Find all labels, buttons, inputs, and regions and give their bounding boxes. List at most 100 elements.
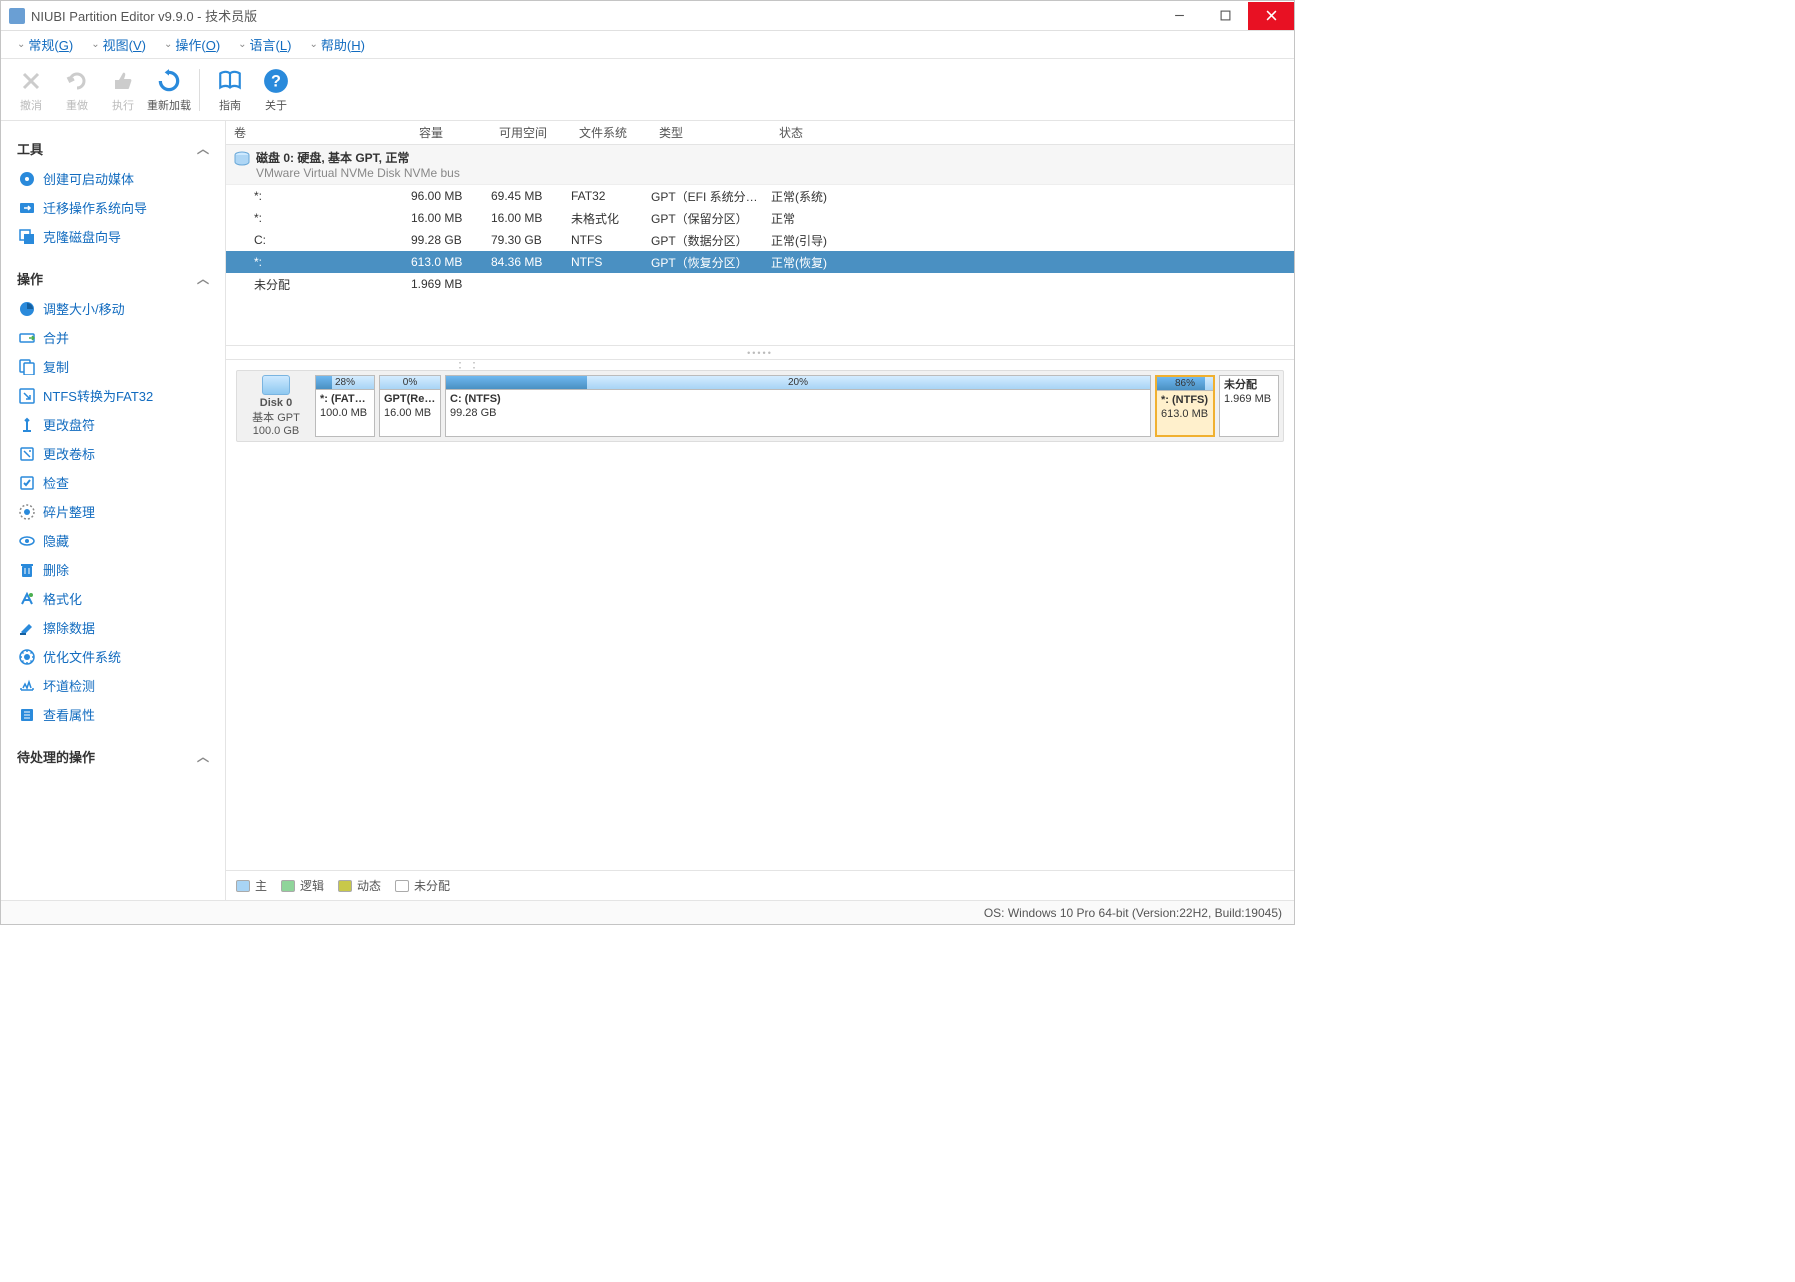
chevron-down-icon: ⌄: [309, 39, 317, 50]
menubar: ⌄常规(G)⌄视图(V)⌄操作(O)⌄语言(L)⌄帮助(H): [1, 31, 1294, 59]
book-icon: [216, 67, 244, 95]
volume-columns: 卷 容量 可用空间 文件系统 类型 状态: [226, 121, 1294, 145]
sidebar-header-tools[interactable]: 工具︿: [17, 133, 209, 164]
diskmap: Disk 0 基本 GPT 100.0 GB 28%*: (FAT…100.0 …: [236, 370, 1284, 442]
sidebar-item-merge[interactable]: 合并: [17, 323, 209, 352]
col-type[interactable]: 类型: [651, 124, 771, 141]
volume-row[interactable]: *:16.00 MB16.00 MB未格式化GPT（保留分区）正常: [226, 207, 1294, 229]
app-icon: [9, 8, 25, 24]
svg-text:?: ?: [271, 72, 281, 90]
thumbs-up-icon: [109, 67, 137, 95]
migrate-icon: [19, 200, 35, 216]
titlebar: NIUBI Partition Editor v9.9.0 - 技术员版: [1, 1, 1294, 31]
statusbar: OS: Windows 10 Pro 64-bit (Version:22H2,…: [1, 900, 1294, 924]
optfs-icon: [19, 649, 35, 665]
maximize-button[interactable]: [1202, 2, 1248, 30]
sidebar-item-wipe[interactable]: 擦除数据: [17, 613, 209, 642]
sidebar-item-disc[interactable]: 创建可启动媒体: [17, 164, 209, 193]
format-icon: [19, 591, 35, 607]
col-filesystem[interactable]: 文件系统: [571, 124, 651, 141]
chevron-down-icon: ⌄: [91, 39, 99, 50]
sidebar-item-letter[interactable]: 更改盘符: [17, 410, 209, 439]
partition-box[interactable]: 86%*: (NTFS)613.0 MB: [1155, 375, 1215, 437]
partition-box[interactable]: 0%GPT(Re…16.00 MB: [379, 375, 441, 437]
chevron-up-icon: ︿: [197, 270, 209, 287]
about-button[interactable]: ?关于: [254, 62, 298, 118]
sidebar-item-resize[interactable]: 调整大小/移动: [17, 294, 209, 323]
drive-icon: [262, 375, 290, 395]
partition-box[interactable]: 28%*: (FAT…100.0 MB: [315, 375, 375, 437]
delete-icon: [19, 562, 35, 578]
clone-icon: [19, 229, 35, 245]
hide-icon: [19, 533, 35, 549]
volume-list: 卷 容量 可用空间 文件系统 类型 状态 磁盘 0: 硬盘, 基本 GPT, 正…: [226, 121, 1294, 346]
sidebar-item-copy[interactable]: 复制: [17, 352, 209, 381]
disc-icon: [19, 171, 35, 187]
menu-item-1[interactable]: ⌄视图(V): [85, 32, 152, 57]
chevron-down-icon: ⌄: [238, 39, 246, 50]
volume-row[interactable]: C:99.28 GB79.30 GBNTFSGPT（数据分区）正常(引导): [226, 229, 1294, 251]
sidebar-item-delete[interactable]: 删除: [17, 555, 209, 584]
sidebar-item-optfs[interactable]: 优化文件系统: [17, 642, 209, 671]
usage-bar: 0%: [380, 376, 440, 390]
redo-icon: [63, 67, 91, 95]
partition-box[interactable]: 20%C: (NTFS)99.28 GB: [445, 375, 1151, 437]
menu-item-2[interactable]: ⌄操作(O): [158, 32, 226, 57]
disk-title: 磁盘 0: 硬盘, 基本 GPT, 正常: [256, 149, 460, 166]
legend-unalloc: 未分配: [395, 877, 450, 894]
usage-bar: 28%: [316, 376, 374, 390]
resize-icon: [19, 301, 35, 317]
wipe-icon: [19, 620, 35, 636]
apply-button[interactable]: 执行: [101, 62, 145, 118]
refresh-icon: [155, 67, 183, 95]
chevron-up-icon: ︿: [197, 748, 209, 765]
volume-row[interactable]: *:613.0 MB84.36 MBNTFSGPT（恢复分区）正常(恢复): [226, 251, 1294, 273]
menu-item-0[interactable]: ⌄常规(G): [11, 32, 79, 57]
window-title: NIUBI Partition Editor v9.9.0 - 技术员版: [31, 6, 1156, 25]
col-free[interactable]: 可用空间: [491, 124, 571, 141]
sidebar-item-format[interactable]: 格式化: [17, 584, 209, 613]
defrag-icon: [19, 504, 35, 520]
reload-button[interactable]: 重新加载: [147, 62, 191, 118]
convert-icon: [19, 388, 35, 404]
diskmap-area: ⋮⋮ Disk 0 基本 GPT 100.0 GB 28%*: (FAT…100…: [226, 360, 1294, 870]
sidebar-item-defrag[interactable]: 碎片整理: [17, 497, 209, 526]
close-button[interactable]: [1248, 2, 1294, 30]
disk-box-size: 100.0 GB: [253, 425, 299, 437]
label-icon: [19, 446, 35, 462]
volume-row[interactable]: *:96.00 MB69.45 MBFAT32GPT（EFI 系统分…正常(系统…: [226, 185, 1294, 207]
sidebar-header-ops[interactable]: 操作︿: [17, 263, 209, 294]
partition-box[interactable]: 未分配1.969 MB: [1219, 375, 1279, 437]
sidebar-header-pending[interactable]: 待处理的操作︿: [17, 741, 209, 772]
disk-box[interactable]: Disk 0 基本 GPT 100.0 GB: [241, 375, 311, 437]
sidebar-item-props[interactable]: 查看属性: [17, 700, 209, 729]
redo-button[interactable]: 重做: [55, 62, 99, 118]
sidebar-item-clone[interactable]: 克隆磁盘向导: [17, 222, 209, 251]
pane-grip-icon[interactable]: ⋮⋮: [453, 360, 481, 371]
volume-row[interactable]: 未分配1.969 MB: [226, 273, 1294, 295]
col-volume[interactable]: 卷: [226, 124, 411, 141]
minimize-button[interactable]: [1156, 2, 1202, 30]
disk-box-name: Disk 0: [260, 397, 292, 409]
disk-icon: [234, 151, 250, 167]
usage-bar: 20%: [446, 376, 1150, 390]
splitter-handle[interactable]: •••••: [226, 346, 1294, 360]
sidebar-item-hide[interactable]: 隐藏: [17, 526, 209, 555]
disk-box-type: 基本 GPT: [252, 409, 300, 425]
x-icon: [17, 67, 45, 95]
menu-item-3[interactable]: ⌄语言(L): [232, 32, 297, 57]
sidebar-item-migrate[interactable]: 迁移操作系统向导: [17, 193, 209, 222]
toolbar-separator: [199, 69, 200, 111]
copy-icon: [19, 359, 35, 375]
undo-button[interactable]: 撤消: [9, 62, 53, 118]
sidebar-item-surface[interactable]: 坏道检测: [17, 671, 209, 700]
sidebar-item-label[interactable]: 更改卷标: [17, 439, 209, 468]
merge-icon: [19, 330, 35, 346]
menu-item-4[interactable]: ⌄帮助(H): [303, 32, 370, 57]
col-capacity[interactable]: 容量: [411, 124, 491, 141]
guide-button[interactable]: 指南: [208, 62, 252, 118]
disk-group-header[interactable]: 磁盘 0: 硬盘, 基本 GPT, 正常 VMware Virtual NVMe…: [226, 145, 1294, 185]
sidebar-item-check[interactable]: 检查: [17, 468, 209, 497]
sidebar-item-convert[interactable]: NTFS转换为FAT32: [17, 381, 209, 410]
col-status[interactable]: 状态: [771, 124, 1294, 141]
